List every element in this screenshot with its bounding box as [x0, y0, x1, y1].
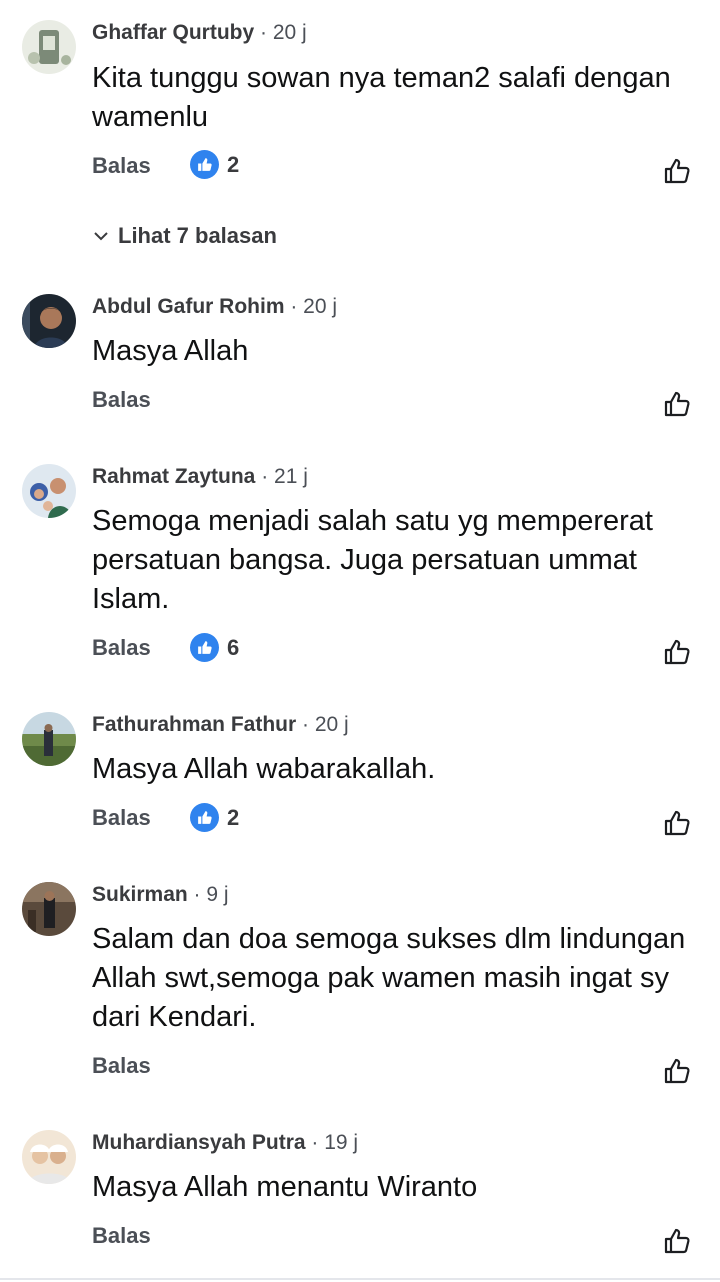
thumbs-up-outline-icon[interactable]: [663, 1226, 693, 1256]
thumbs-up-outline-icon[interactable]: [663, 389, 693, 419]
comment-meta: Abdul Gafur Rohim · 20 j: [92, 294, 337, 320]
like-reaction-icon: [190, 803, 219, 832]
thumbs-up-outline-icon[interactable]: [663, 1056, 693, 1086]
reaction-count: 6: [227, 634, 240, 660]
comment-time[interactable]: 21 j: [274, 465, 308, 488]
comment-meta: Ghaffar Qurtuby · 20 j: [92, 20, 307, 46]
reply-button[interactable]: Balas: [92, 152, 151, 180]
comment-text: Semoga menjadi salah satu yg mempererat …: [92, 505, 653, 615]
comment-text: Kita tunggu sowan nya teman2 salafi deng…: [92, 62, 671, 133]
separator: ·: [296, 713, 315, 736]
separator: ·: [255, 465, 275, 488]
comment-time[interactable]: 20 j: [315, 713, 349, 736]
view-replies-button[interactable]: Lihat 7 balasan: [92, 223, 277, 249]
thumbs-up-outline-icon[interactable]: [663, 808, 693, 838]
chevron-down-icon: [94, 232, 108, 241]
comment-text: Masya Allah menantu Wiranto: [92, 1171, 478, 1203]
reply-button[interactable]: Balas: [92, 1222, 151, 1250]
comment-text: Salam dan doa semoga sukses dlm lindunga…: [92, 923, 686, 1033]
thumbs-up-outline-icon[interactable]: [663, 156, 693, 186]
commenter-name[interactable]: Muhardiansyah Putra: [92, 1131, 306, 1154]
thumbs-up-outline-icon[interactable]: [663, 637, 693, 667]
commenter-name[interactable]: Rahmat Zaytuna: [92, 465, 255, 488]
like-reaction-icon: [190, 633, 219, 662]
comment-meta: Rahmat Zaytuna · 21 j: [92, 464, 308, 490]
comment-time[interactable]: 19 j: [324, 1131, 358, 1154]
comment-text: Masya Allah: [92, 335, 249, 367]
separator: ·: [284, 295, 304, 318]
separator: ·: [305, 1131, 325, 1154]
avatar[interactable]: [22, 1130, 76, 1184]
bottom-divider: [0, 1278, 720, 1280]
reaction-count: 2: [227, 151, 240, 177]
view-replies-label: Lihat 7 balasan: [118, 223, 277, 248]
reply-button[interactable]: Balas: [92, 1052, 151, 1080]
separator: ·: [254, 21, 273, 44]
commenter-name[interactable]: Fathurahman Fathur: [92, 713, 296, 736]
avatar[interactable]: [22, 712, 76, 766]
comment-meta: Muhardiansyah Putra · 19 j: [92, 1130, 358, 1156]
avatar[interactable]: [22, 294, 76, 348]
reply-button[interactable]: Balas: [92, 804, 151, 832]
reply-button[interactable]: Balas: [92, 634, 151, 662]
avatar[interactable]: [22, 20, 76, 74]
commenter-name[interactable]: Ghaffar Qurtuby: [92, 21, 254, 44]
reaction-summary[interactable]: 2: [190, 150, 239, 179]
reaction-summary[interactable]: 2: [190, 803, 239, 832]
commenter-name[interactable]: Abdul Gafur Rohim: [92, 295, 285, 318]
avatar[interactable]: [22, 882, 76, 936]
like-reaction-icon: [190, 150, 219, 179]
reply-button[interactable]: Balas: [92, 386, 151, 414]
avatar[interactable]: [22, 464, 76, 518]
reaction-count: 2: [227, 804, 240, 830]
comment-time[interactable]: 20 j: [303, 295, 337, 318]
comment-time[interactable]: 9 j: [206, 883, 228, 906]
comment-meta: Sukirman · 9 j: [92, 882, 229, 908]
separator: ·: [187, 883, 207, 906]
commenter-name[interactable]: Sukirman: [92, 883, 188, 906]
comment-meta: Fathurahman Fathur · 20 j: [92, 712, 349, 738]
comment-text: Masya Allah wabarakallah.: [92, 753, 436, 785]
comment-time[interactable]: 20 j: [273, 21, 307, 44]
reaction-summary[interactable]: 6: [190, 633, 239, 662]
